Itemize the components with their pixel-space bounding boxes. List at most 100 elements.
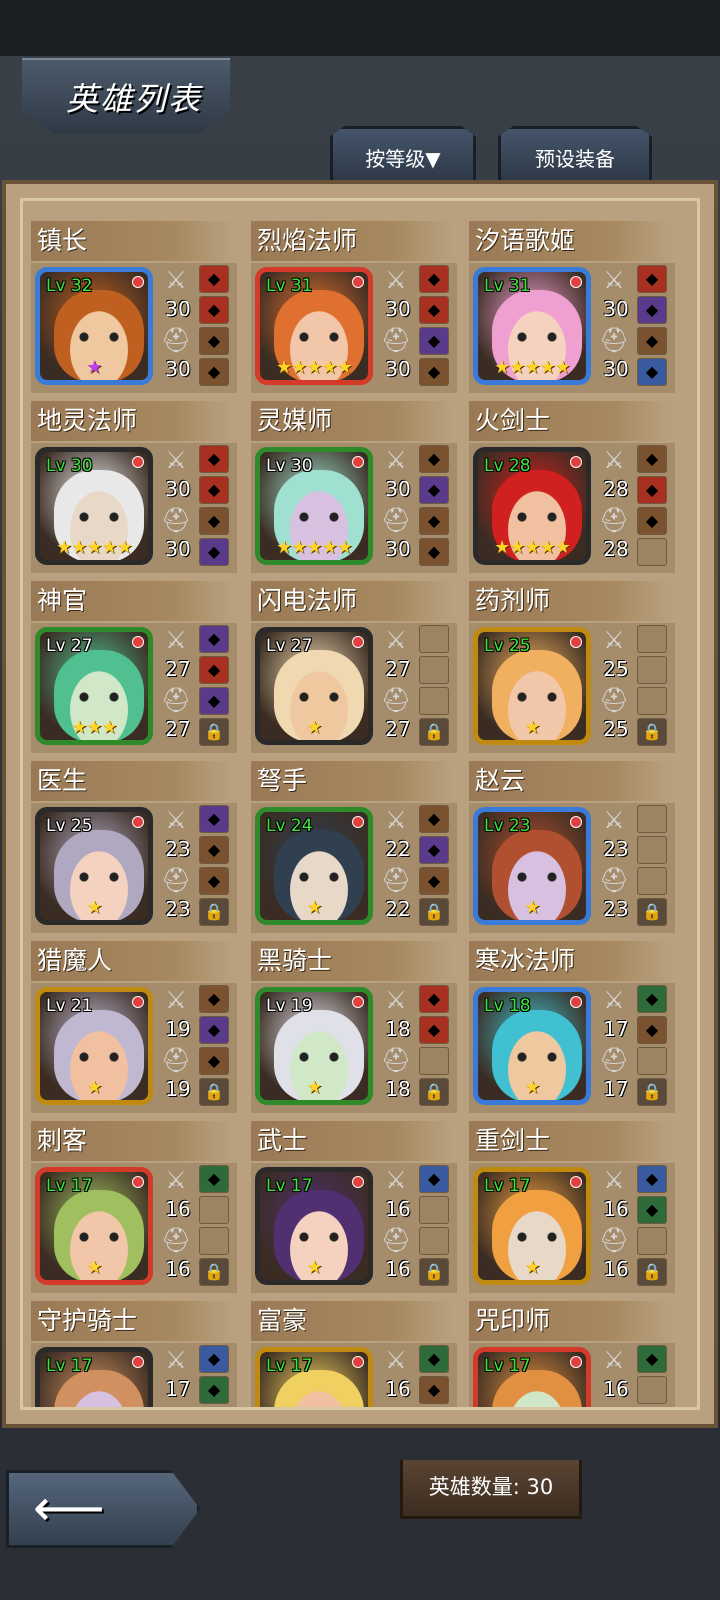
hero-card[interactable]: 药剂师 Lv 25 ★ ⚔ 25 ⛑ 25 🔒 — [469, 581, 675, 755]
equipment-slot[interactable]: ◆ — [419, 867, 449, 895]
equipment-slot[interactable]: ◆ — [199, 1345, 229, 1373]
hero-card[interactable]: 富豪 Lv 17 ⚔ 16 ⛑ ◆ ◆ — [251, 1301, 457, 1407]
equipment-slot[interactable]: ◆ — [419, 296, 449, 324]
hero-portrait[interactable]: Lv 27 ★★★ — [35, 627, 153, 745]
equipment-slot[interactable]: ◆ — [199, 836, 229, 864]
equipment-slot[interactable]: ◆ — [199, 538, 229, 566]
hero-portrait[interactable]: Lv 31 ★★★★★ — [473, 267, 591, 385]
equipment-slot[interactable]: ◆ — [199, 296, 229, 324]
empty-slot[interactable] — [637, 836, 667, 864]
lock-icon[interactable]: 🔒 — [199, 718, 229, 746]
hero-card[interactable]: 医生 Lv 25 ★ ⚔ 23 ⛑ 23 ◆ ◆ ◆ 🔒 — [31, 761, 237, 935]
equipment-slot[interactable]: ◆ — [637, 445, 667, 473]
hero-portrait[interactable]: Lv 30 ★★★★★ — [255, 447, 373, 565]
empty-slot[interactable] — [199, 1227, 229, 1255]
hero-portrait[interactable]: Lv 21 ★ — [35, 987, 153, 1105]
equipment-slot[interactable]: ◆ — [199, 656, 229, 684]
equipment-slot[interactable]: ◆ — [637, 507, 667, 535]
equipment-slot[interactable]: ◆ — [637, 265, 667, 293]
hero-card[interactable]: 武士 Lv 17 ★ ⚔ 16 ⛑ 16 ◆ 🔒 — [251, 1121, 457, 1295]
hero-portrait[interactable]: Lv 17 — [35, 1347, 153, 1407]
hero-portrait[interactable]: Lv 25 ★ — [35, 807, 153, 925]
lock-icon[interactable]: 🔒 — [637, 1078, 667, 1106]
equipment-slot[interactable]: ◆ — [419, 985, 449, 1013]
equipment-slot[interactable]: ◆ — [419, 358, 449, 386]
equipment-slot[interactable]: ◆ — [199, 985, 229, 1013]
equipment-slot[interactable]: ◆ — [199, 327, 229, 355]
back-button[interactable]: ⟵ — [6, 1470, 200, 1548]
hero-portrait[interactable]: Lv 31 ★★★★★ — [255, 267, 373, 385]
empty-slot[interactable] — [637, 867, 667, 895]
equipment-slot[interactable]: ◆ — [419, 1345, 449, 1373]
equipment-slot[interactable]: ◆ — [637, 296, 667, 324]
lock-icon[interactable]: 🔒 — [637, 718, 667, 746]
empty-slot[interactable] — [419, 1047, 449, 1075]
empty-slot[interactable] — [419, 1196, 449, 1224]
empty-slot[interactable] — [637, 1047, 667, 1075]
lock-icon[interactable]: 🔒 — [199, 1258, 229, 1286]
empty-slot[interactable] — [637, 656, 667, 684]
hero-portrait[interactable]: Lv 28 ★★★★★ — [473, 447, 591, 565]
hero-card[interactable]: 烈焰法师 Lv 31 ★★★★★ ⚔ 30 ⛑ 30 ◆ ◆ ◆ ◆ — [251, 221, 457, 395]
equipment-slot[interactable]: ◆ — [199, 687, 229, 715]
equipment-slot[interactable]: ◆ — [637, 985, 667, 1013]
equipment-slot[interactable]: ◆ — [199, 1047, 229, 1075]
lock-icon[interactable]: 🔒 — [637, 1258, 667, 1286]
hero-portrait[interactable]: Lv 32 ★ — [35, 267, 153, 385]
equipment-slot[interactable]: ◆ — [637, 1165, 667, 1193]
sort-by-level-button[interactable]: 按等级▼ — [330, 126, 476, 185]
equipment-slot[interactable]: ◆ — [199, 867, 229, 895]
hero-portrait[interactable]: Lv 17 — [473, 1347, 591, 1407]
equipment-slot[interactable]: ◆ — [637, 1345, 667, 1373]
empty-slot[interactable] — [637, 625, 667, 653]
lock-icon[interactable]: 🔒 — [199, 898, 229, 926]
empty-slot[interactable] — [637, 687, 667, 715]
hero-card[interactable]: 赵云 Lv 23 ★ ⚔ 23 ⛑ 23 🔒 — [469, 761, 675, 935]
equipment-slot[interactable]: ◆ — [419, 476, 449, 504]
equipment-slot[interactable]: ◆ — [199, 1016, 229, 1044]
hero-card[interactable]: 黑骑士 Lv 19 ★ ⚔ 18 ⛑ 18 ◆ ◆ 🔒 — [251, 941, 457, 1115]
equipment-slot[interactable]: ◆ — [419, 805, 449, 833]
hero-card[interactable]: 守护骑士 Lv 17 ⚔ 17 ⛑ ◆ ◆ ◆ — [31, 1301, 237, 1407]
equipment-slot[interactable]: ◆ — [637, 1196, 667, 1224]
equipment-slot[interactable]: ◆ — [637, 327, 667, 355]
equipment-slot[interactable]: ◆ — [199, 507, 229, 535]
lock-icon[interactable]: 🔒 — [419, 1258, 449, 1286]
hero-portrait[interactable]: Lv 27 ★ — [255, 627, 373, 745]
equipment-slot[interactable]: ◆ — [637, 1016, 667, 1044]
empty-slot[interactable] — [419, 687, 449, 715]
equipment-slot[interactable]: ◆ — [199, 805, 229, 833]
hero-card[interactable]: 猎魔人 Lv 21 ★ ⚔ 19 ⛑ 19 ◆ ◆ ◆ 🔒 — [31, 941, 237, 1115]
equipment-slot[interactable]: ◆ — [419, 445, 449, 473]
hero-portrait[interactable]: Lv 17 ★ — [35, 1167, 153, 1285]
lock-icon[interactable]: 🔒 — [419, 718, 449, 746]
empty-slot[interactable] — [419, 625, 449, 653]
empty-slot[interactable] — [637, 1227, 667, 1255]
hero-card[interactable]: 刺客 Lv 17 ★ ⚔ 16 ⛑ 16 ◆ 🔒 — [31, 1121, 237, 1295]
equipment-slot[interactable]: ◆ — [199, 1165, 229, 1193]
empty-slot[interactable] — [637, 538, 667, 566]
equipment-slot[interactable]: ◆ — [419, 538, 449, 566]
equipment-slot[interactable]: ◆ — [637, 358, 667, 386]
lock-icon[interactable]: 🔒 — [419, 898, 449, 926]
equipment-slot[interactable]: ◆ — [419, 836, 449, 864]
hero-card[interactable]: 灵媒师 Lv 30 ★★★★★ ⚔ 30 ⛑ 30 ◆ ◆ ◆ ◆ — [251, 401, 457, 575]
equipment-slot[interactable]: ◆ — [419, 1376, 449, 1404]
hero-card[interactable]: 闪电法师 Lv 27 ★ ⚔ 27 ⛑ 27 🔒 — [251, 581, 457, 755]
equipment-slot[interactable]: ◆ — [199, 476, 229, 504]
hero-card[interactable]: 咒印师 Lv 17 ⚔ 16 ⛑ ◆ — [469, 1301, 675, 1407]
equipment-slot[interactable]: ◆ — [199, 358, 229, 386]
hero-card[interactable]: 寒冰法师 Lv 18 ★ ⚔ 17 ⛑ 17 ◆ ◆ 🔒 — [469, 941, 675, 1115]
hero-portrait[interactable]: Lv 19 ★ — [255, 987, 373, 1105]
equipment-slot[interactable]: ◆ — [419, 1016, 449, 1044]
equipment-slot[interactable]: ◆ — [199, 625, 229, 653]
hero-portrait[interactable]: Lv 30 ★★★★★ — [35, 447, 153, 565]
hero-card[interactable]: 汐语歌姬 Lv 31 ★★★★★ ⚔ 30 ⛑ 30 ◆ ◆ ◆ ◆ — [469, 221, 675, 395]
preset-equipment-button[interactable]: 预设装备 — [498, 126, 652, 185]
equipment-slot[interactable]: ◆ — [199, 1376, 229, 1404]
lock-icon[interactable]: 🔒 — [637, 898, 667, 926]
hero-list-scroll[interactable]: 镇长 Lv 32 ★ ⚔ 30 ⛑ 30 ◆ ◆ ◆ ◆ 烈焰法师 Lv 31 ★★★★★ ⚔ 30 ⛑ 30 ◆ ◆… — [20, 198, 700, 1410]
equipment-slot[interactable]: ◆ — [637, 476, 667, 504]
hero-portrait[interactable]: Lv 25 ★ — [473, 627, 591, 745]
hero-card[interactable]: 镇长 Lv 32 ★ ⚔ 30 ⛑ 30 ◆ ◆ ◆ ◆ — [31, 221, 237, 395]
